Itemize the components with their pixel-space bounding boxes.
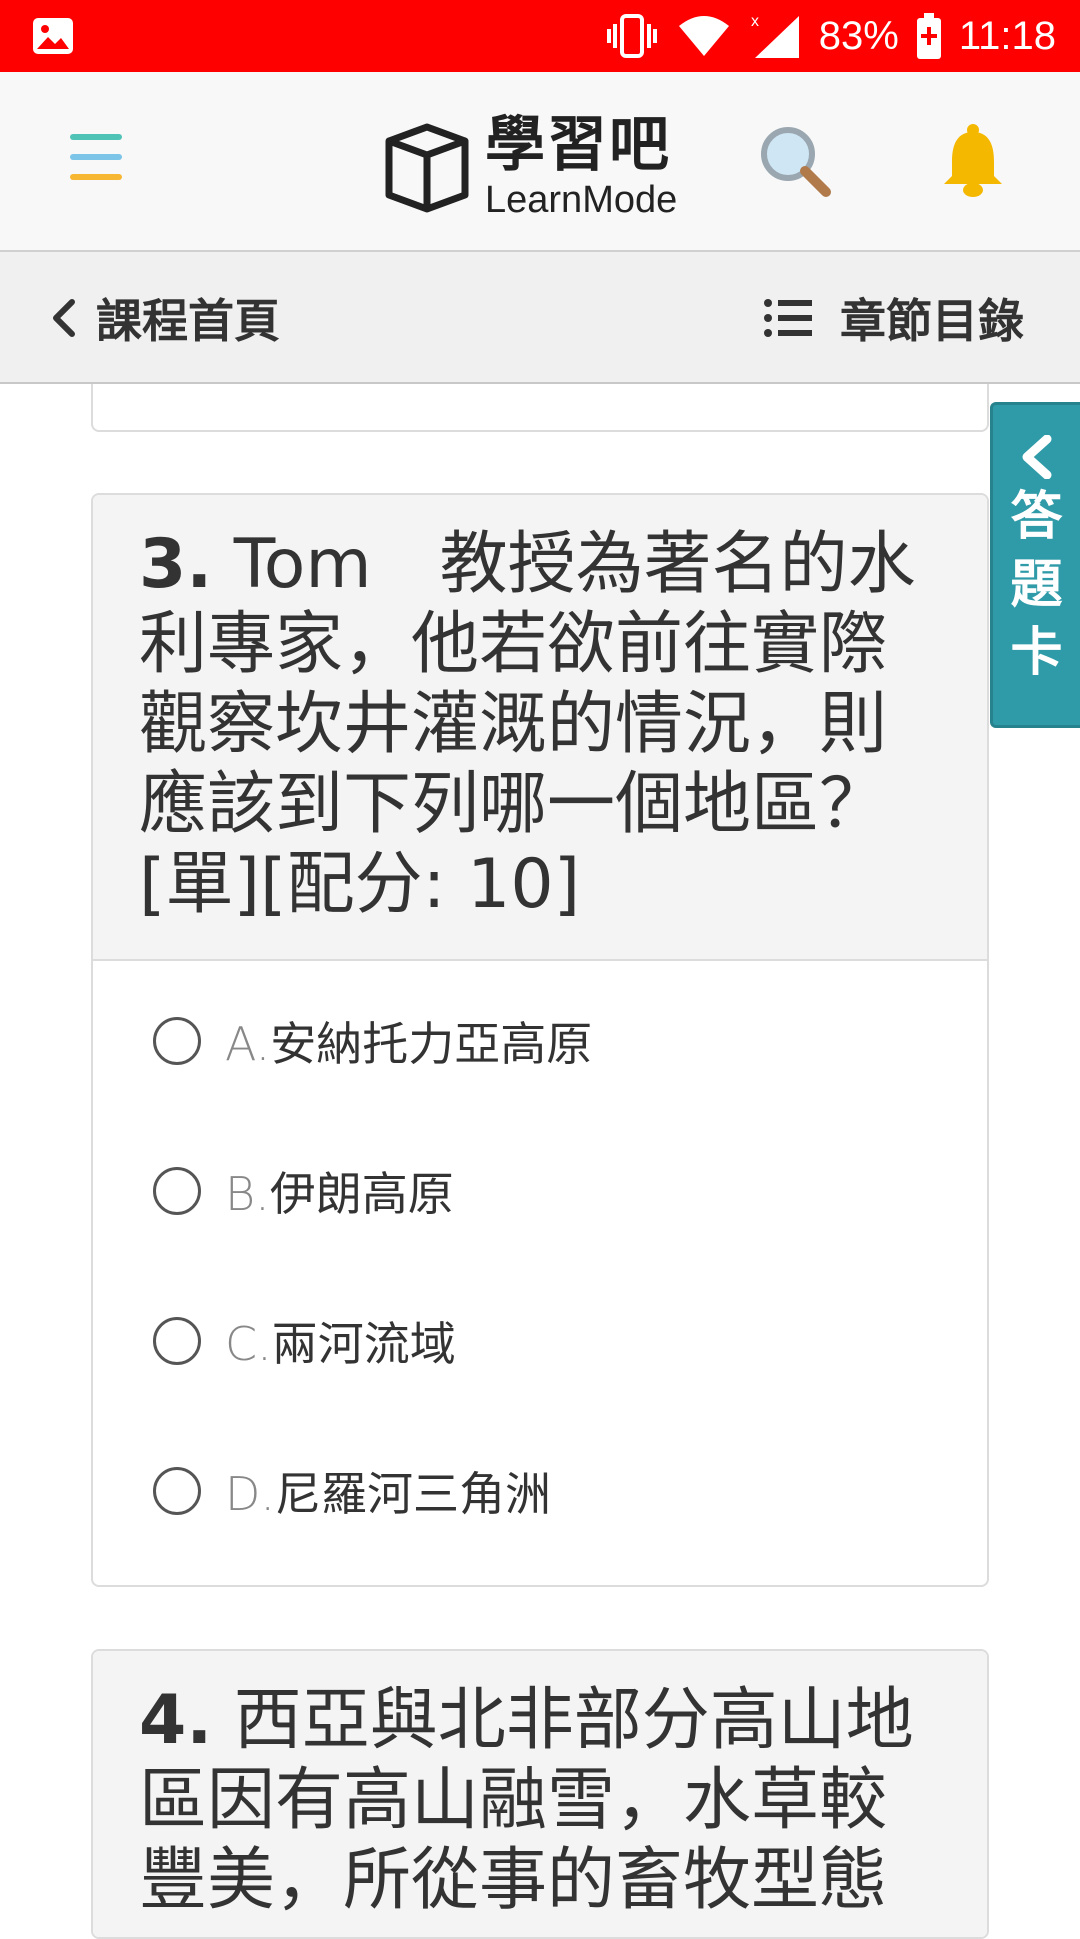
answer-card-label: 答題卡 (1010, 487, 1063, 683)
signal-icon: x (751, 13, 799, 58)
option-text: 尼羅河三角洲 (275, 1467, 552, 1521)
option-text: 安納托力亞高原 (270, 1017, 593, 1071)
question-card: 4. 西亞與北非部分高山地區因有高山融雪，水草較豐美，所從事的畜牧型態 (91, 1649, 989, 1939)
status-bar: x 83% 11:18 (0, 0, 1080, 72)
option-letter: B. (225, 1167, 270, 1221)
course-home-button[interactable]: 課程首頁 (50, 282, 280, 354)
app-header: 學習吧 LearnMode (0, 72, 1080, 252)
learnmode-logo[interactable]: 學習吧 LearnMode (383, 112, 677, 222)
question-number: 4. (139, 1681, 213, 1760)
option-b[interactable]: B.伊朗高原 (93, 1151, 987, 1231)
radio-button[interactable] (153, 1167, 201, 1215)
chapter-toc-label: 章節目錄 (840, 294, 1024, 348)
option-letter: A. (225, 1017, 271, 1071)
search-icon[interactable] (758, 124, 832, 198)
course-home-label: 課程首頁 (96, 294, 280, 348)
clock: 11:18 (958, 13, 1056, 58)
svg-text:x: x (751, 13, 759, 30)
option-c[interactable]: C.兩河流域 (93, 1301, 987, 1381)
question-text: Tom 教授為著名的水利專家，他若欲前往實際觀察坎井灌溉的情況，則應該到下列哪一… (139, 525, 916, 844)
question-meta: [單][配分: 10] (139, 845, 581, 924)
option-d[interactable]: D.尼羅河三角洲 (93, 1451, 987, 1531)
option-text: 伊朗高原 (269, 1167, 454, 1221)
bell-icon[interactable] (938, 122, 1008, 198)
previous-question-card (91, 384, 989, 432)
chapter-toc-button[interactable]: 章節目錄 (764, 282, 1024, 354)
book-logo-icon (385, 123, 469, 213)
question-header: 4. 西亞與北非部分高山地區因有高山融雪，水草較豐美，所從事的畜牧型態 (93, 1651, 987, 1937)
question-text: 西亞與北非部分高山地區因有高山融雪，水草較豐美，所從事的畜牧型態 (139, 1681, 914, 1920)
option-letter: C. (225, 1317, 272, 1371)
option-letter: D. (225, 1467, 276, 1521)
vibrate-icon (606, 14, 657, 58)
menu-icon[interactable] (70, 134, 122, 184)
question-header: 3. Tom 教授為著名的水利專家，他若欲前往實際觀察坎井灌溉的情況，則應該到下… (93, 495, 987, 961)
answer-card-tab[interactable]: 答題卡 (990, 402, 1080, 728)
radio-button[interactable] (153, 1467, 201, 1515)
question-card: 3. Tom 教授為著名的水利專家，他若欲前往實際觀察坎井灌溉的情況，則應該到下… (91, 493, 989, 1587)
logo-english-text: LearnMode (485, 179, 678, 221)
radio-button[interactable] (153, 1317, 201, 1365)
list-icon (764, 299, 812, 337)
logo-chinese-text: 學習吧 (485, 110, 671, 180)
question-number: 3. (139, 525, 213, 604)
chevron-left-icon (1022, 435, 1051, 479)
radio-button[interactable] (153, 1017, 201, 1065)
course-sub-nav: 課程首頁 章節目錄 (0, 252, 1080, 384)
chevron-left-icon (53, 299, 75, 337)
battery-charging-icon (916, 13, 941, 59)
battery-percent: 83% (818, 13, 899, 58)
option-a[interactable]: A.安納托力亞高原 (93, 1001, 987, 1081)
option-text: 兩河流域 (271, 1317, 456, 1371)
wifi-icon (678, 16, 729, 56)
gallery-icon (33, 18, 73, 54)
